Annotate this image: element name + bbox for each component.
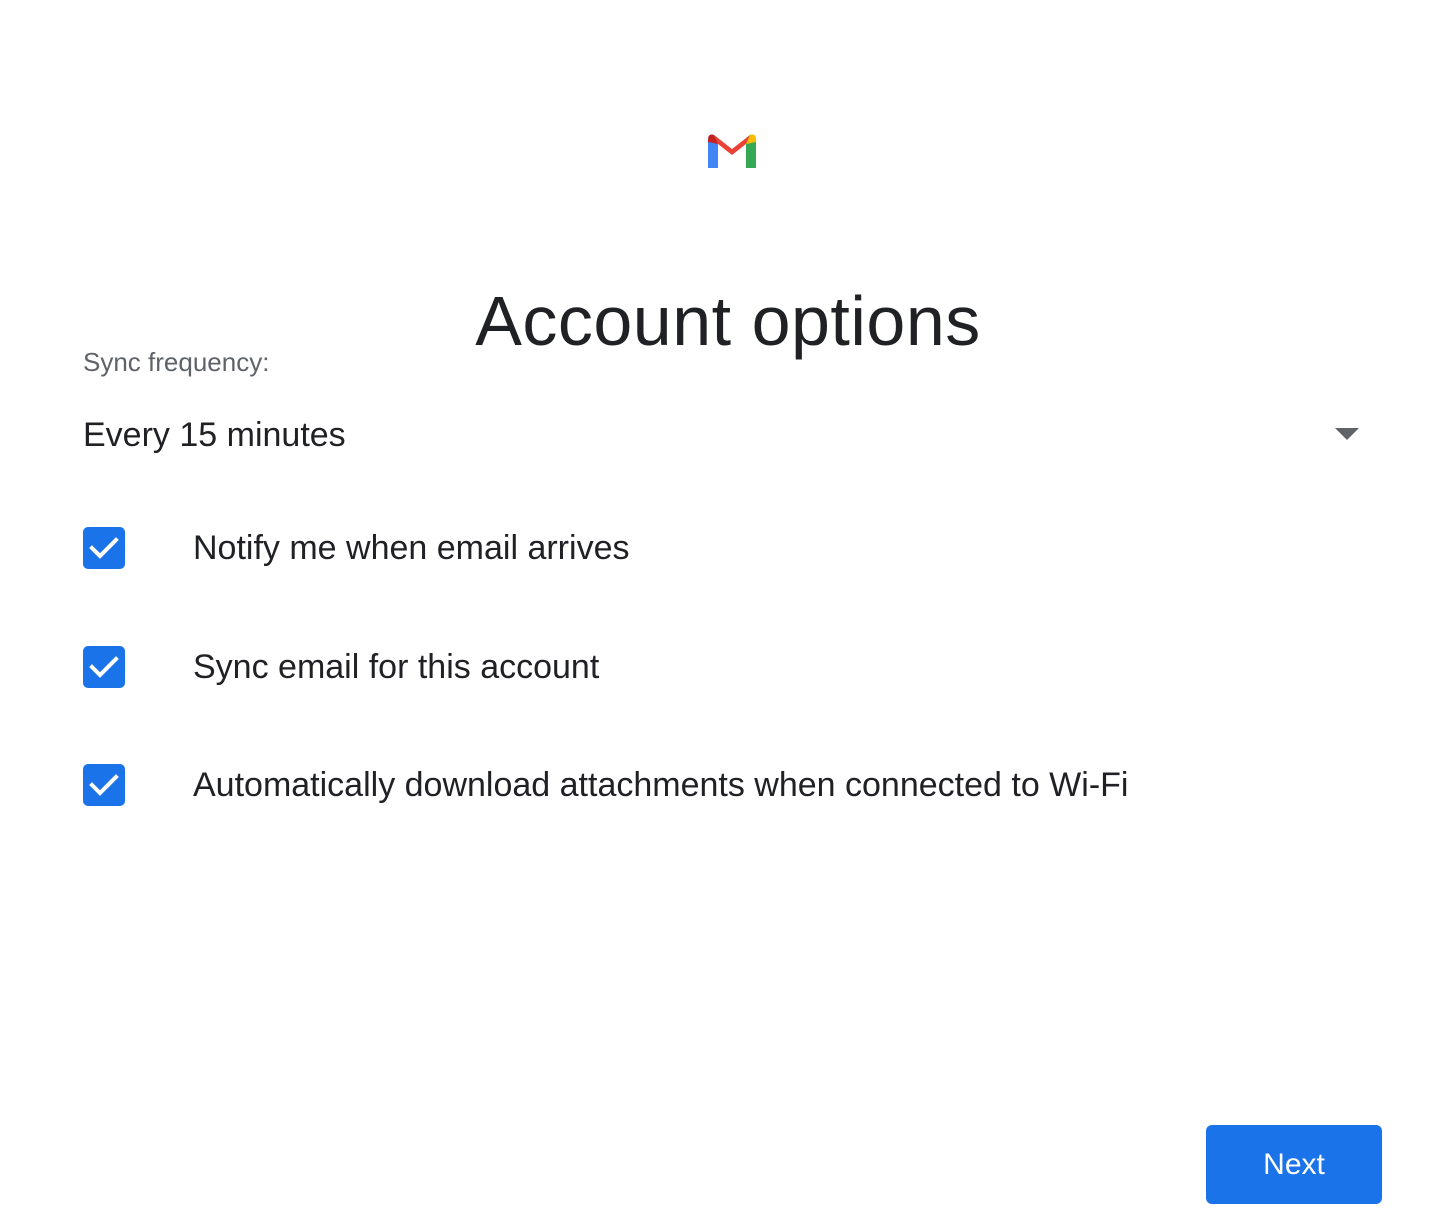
sync-frequency-label: Sync frequency: [83, 347, 270, 377]
dropdown-arrow-icon [1335, 428, 1359, 440]
checkmark-icon [89, 774, 119, 796]
next-button[interactable]: Next [1206, 1125, 1382, 1204]
checkmark-icon [89, 537, 119, 559]
option-download-attachments[interactable]: Automatically download attachments when … [83, 755, 1373, 815]
download-attachments-checkbox[interactable] [83, 764, 125, 806]
sync-email-checkbox[interactable] [83, 646, 125, 688]
option-sync-email[interactable]: Sync email for this account [83, 637, 1373, 697]
option-notify-email[interactable]: Notify me when email arrives [83, 518, 1373, 578]
notify-checkbox[interactable] [83, 527, 125, 569]
notify-label: Notify me when email arrives [193, 529, 630, 567]
download-attachments-label: Automatically download attachments when … [193, 766, 1129, 804]
gmail-logo-icon [708, 134, 756, 168]
sync-frequency-value: Every 15 minutes [83, 416, 346, 454]
sync-email-label: Sync email for this account [193, 648, 600, 686]
sync-frequency-dropdown[interactable]: Every 15 minutes [83, 405, 1373, 465]
checkmark-icon [89, 656, 119, 678]
